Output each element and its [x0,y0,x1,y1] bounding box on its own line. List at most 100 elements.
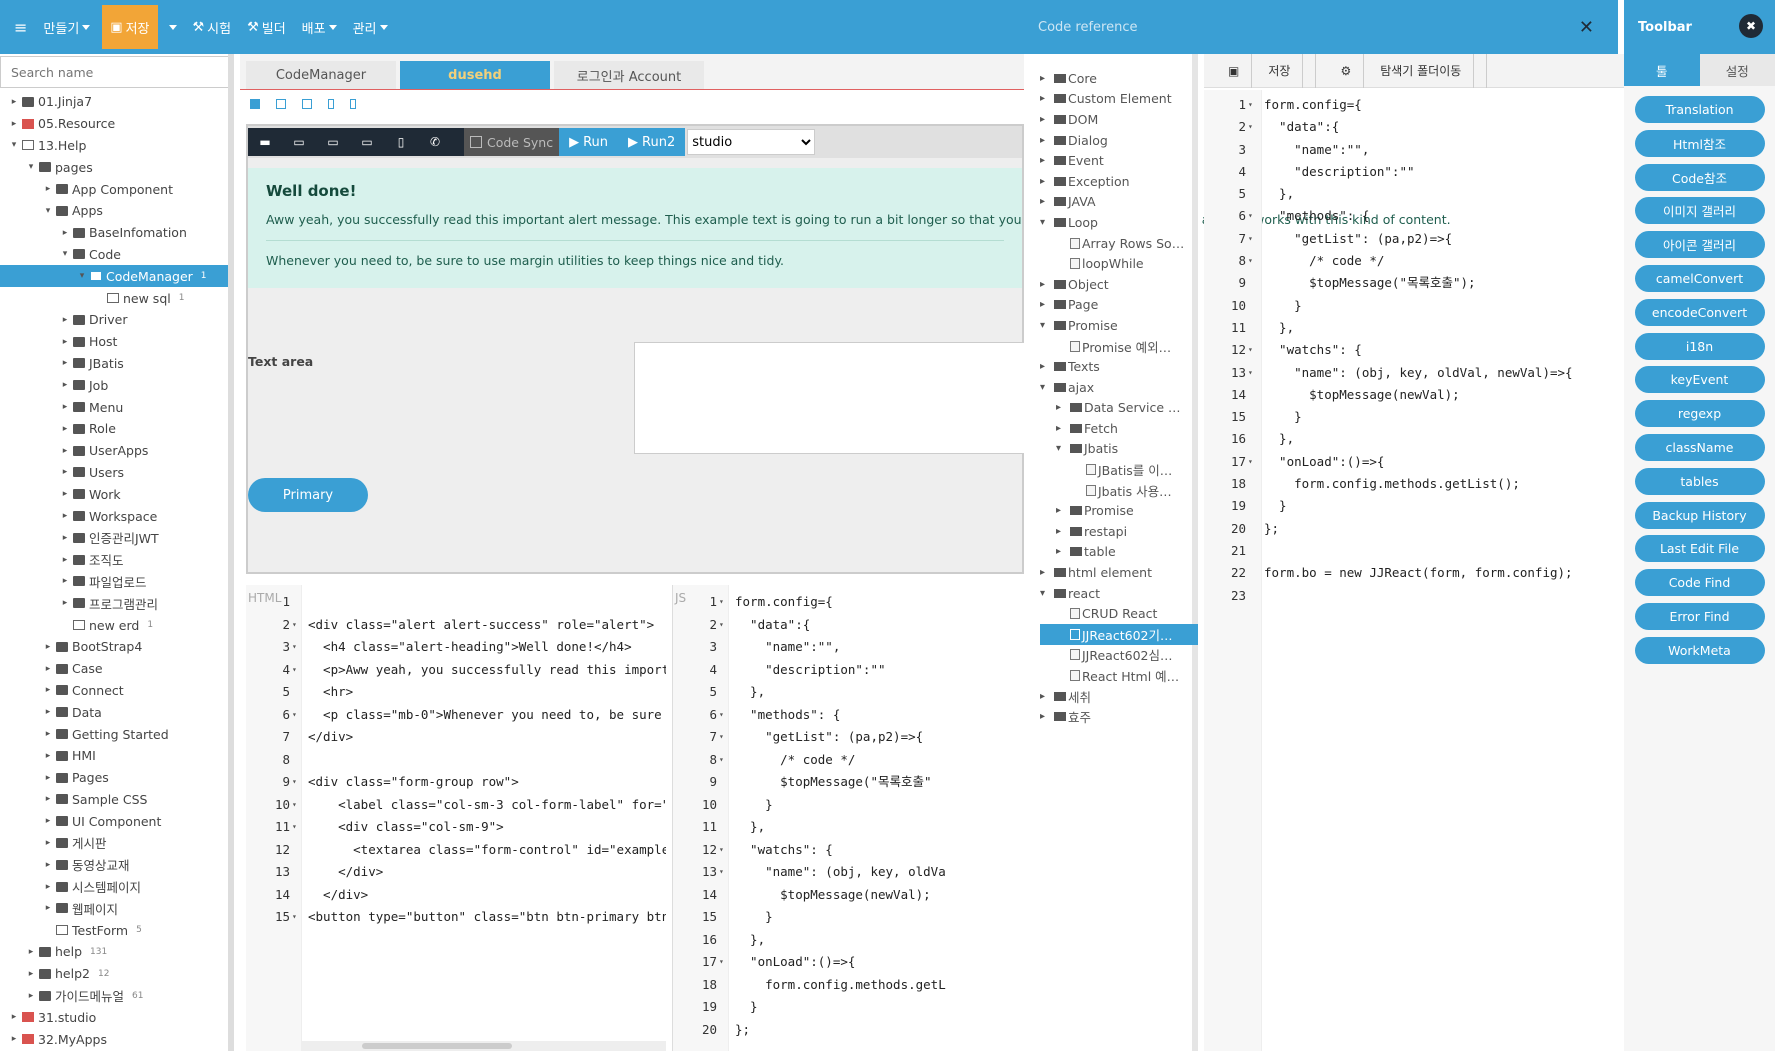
fold-arrow-icon[interactable]: ▾ [719,614,729,637]
fold-arrow-icon[interactable]: ▾ [292,636,302,659]
code-sync-toggle[interactable]: Code Sync [464,128,560,156]
tree-item[interactable]: ▸ HMI [0,745,228,767]
fold-arrow-icon[interactable]: ▾ [1248,228,1258,250]
caret-icon[interactable]: ▸ [8,1012,20,1022]
reference-tree-item[interactable]: ▸ Exception [1040,171,1198,192]
caret-icon[interactable]: ▸ [1056,546,1070,557]
tree-item[interactable]: ▸ Users [0,462,228,484]
caret-icon[interactable]: ▸ [1040,93,1054,104]
caret-icon[interactable]: ▸ [42,707,54,717]
reference-tree-item[interactable]: ▸ Promise [1040,500,1198,521]
caret-icon[interactable]: ▸ [8,1034,20,1044]
caret-icon[interactable]: ▾ [42,206,54,216]
fullscreen-icon[interactable]: ▬ [254,131,276,153]
reference-tree-item[interactable]: ▾ react [1040,583,1198,604]
caret-icon[interactable]: ▸ [1040,361,1054,372]
reference-tree-item[interactable]: ▸ Event [1040,150,1198,171]
tree-item[interactable]: ▾ pages [0,156,228,178]
test-menu[interactable]: ⚒ 시험 [185,5,240,49]
scrollbar-thumb[interactable] [362,1043,512,1049]
tree-item[interactable]: ▸ Work [0,483,228,505]
tree-item[interactable]: new erd 1 [0,614,228,636]
download-icon[interactable] [276,99,286,109]
caret-icon[interactable]: ▾ [25,162,37,172]
tree-item[interactable]: ▸ Role [0,418,228,440]
toolbar-button[interactable]: regexp [1634,400,1765,428]
tab-settings[interactable]: 설정 [1699,54,1775,86]
tree-item[interactable]: ▸ 가이드메뉴얼 61 [0,985,228,1007]
reference-tree-item[interactable]: ▾ Promise [1040,315,1198,336]
toolbar-button[interactable]: camelConvert [1634,264,1765,292]
fold-arrow-icon[interactable]: ▾ [292,816,302,839]
toolbar-button[interactable]: Code Find [1634,569,1765,597]
reference-tree-item[interactable]: Jbatis 사용… [1040,480,1198,501]
tree-item[interactable]: ▸ 31.studio [0,1006,228,1028]
tab-tools[interactable]: 툴 [1624,54,1700,86]
tree-item[interactable]: ▸ Case [0,658,228,680]
caret-icon[interactable]: ▸ [1056,526,1070,537]
caret-icon[interactable]: ▸ [1056,402,1070,413]
caret-icon[interactable]: ▸ [1040,135,1054,146]
tree-item[interactable]: ▾ Apps [0,200,228,222]
reference-tree-item[interactable]: ▸ DOM [1040,109,1198,130]
upload-icon[interactable] [302,99,312,109]
fold-arrow-icon[interactable]: ▾ [292,659,302,682]
mobile-icon[interactable] [328,99,334,109]
reference-tree-item[interactable]: ▸ 효주 [1040,706,1198,727]
reference-tree-item[interactable]: ▸ Fetch [1040,418,1198,439]
tree-item[interactable]: ▸ UI Component [0,810,228,832]
manage-menu[interactable]: 관리 [345,5,396,49]
tablet-icon[interactable]: ▯ [390,131,412,153]
caret-icon[interactable]: ▾ [59,249,71,259]
caret-icon[interactable]: ▸ [1056,505,1070,516]
reference-tree-item[interactable]: ▸ Object [1040,274,1198,295]
builder-menu[interactable]: ⚒ 빌더 [239,5,294,49]
caret-icon[interactable]: ▸ [59,402,71,412]
tree-item[interactable]: ▾ 13.Help [0,135,228,157]
studio-select[interactable]: studio [687,129,816,155]
caret-icon[interactable]: ▾ [1040,320,1054,331]
caret-icon[interactable]: ▾ [1040,588,1054,599]
tree-item[interactable]: ▸ Driver [0,309,228,331]
tree-item[interactable]: ▸ Menu [0,396,228,418]
close-icon[interactable]: ✕ [1579,17,1594,38]
tree-item[interactable]: ▸ 05.Resource [0,113,228,135]
fold-arrow-icon[interactable]: ▾ [719,704,729,727]
phone-icon[interactable]: ✆ [424,131,446,153]
deploy-menu[interactable]: 배포 [294,5,345,49]
horizontal-scrollbar[interactable] [302,1041,666,1051]
save-button[interactable]: ▣ 저장 [102,5,158,49]
tree-item[interactable]: ▸ 동영상교재 [0,854,228,876]
caret-icon[interactable]: ▸ [1040,176,1054,187]
reference-tree-item[interactable]: ▸ html element [1040,562,1198,583]
reference-tree-item[interactable]: JJReact602심… [1040,645,1198,666]
tree-item[interactable]: ▸ help2 12 [0,963,228,985]
fold-arrow-icon[interactable]: ▾ [1248,451,1258,473]
tree-item[interactable]: ▸ Workspace [0,505,228,527]
fold-arrow-icon[interactable]: ▾ [1248,205,1258,227]
toolbar-button[interactable]: Html참조 [1634,129,1765,157]
fold-arrow-icon[interactable]: ▾ [1248,116,1258,138]
toolbar-button[interactable]: 아이콘 갤러리 [1634,231,1765,259]
reference-tree-item[interactable]: JJReact602기… [1040,624,1198,645]
reference-tree-item[interactable]: ▾ Loop [1040,212,1198,233]
caret-icon[interactable]: ▸ [42,838,54,848]
caret-icon[interactable]: ▸ [1040,196,1054,207]
caret-icon[interactable]: ▸ [25,947,37,957]
tree-item[interactable]: ▸ 조직도 [0,549,228,571]
reference-tree-item[interactable]: JBatis를 이… [1040,459,1198,480]
reference-tree-item[interactable]: ▸ restapi [1040,521,1198,542]
example-textarea[interactable] [634,342,1034,454]
tree-item[interactable]: ▸ Host [0,331,228,353]
fold-arrow-icon[interactable]: ▾ [719,839,729,862]
caret-icon[interactable]: ▸ [1040,155,1054,166]
caret-icon[interactable]: ▸ [59,489,71,499]
caret-icon[interactable]: ▸ [42,860,54,870]
caret-icon[interactable]: ▸ [59,380,71,390]
toolbar-button[interactable]: i18n [1634,332,1765,360]
tree-item[interactable]: ▸ 게시판 [0,832,228,854]
reference-tree-item[interactable]: ▸ table [1040,542,1198,563]
tree-item[interactable]: ▸ BootStrap4 [0,636,228,658]
reference-tree-item[interactable]: ▸ Custom Element [1040,89,1198,110]
tree-item[interactable]: ▸ UserApps [0,440,228,462]
